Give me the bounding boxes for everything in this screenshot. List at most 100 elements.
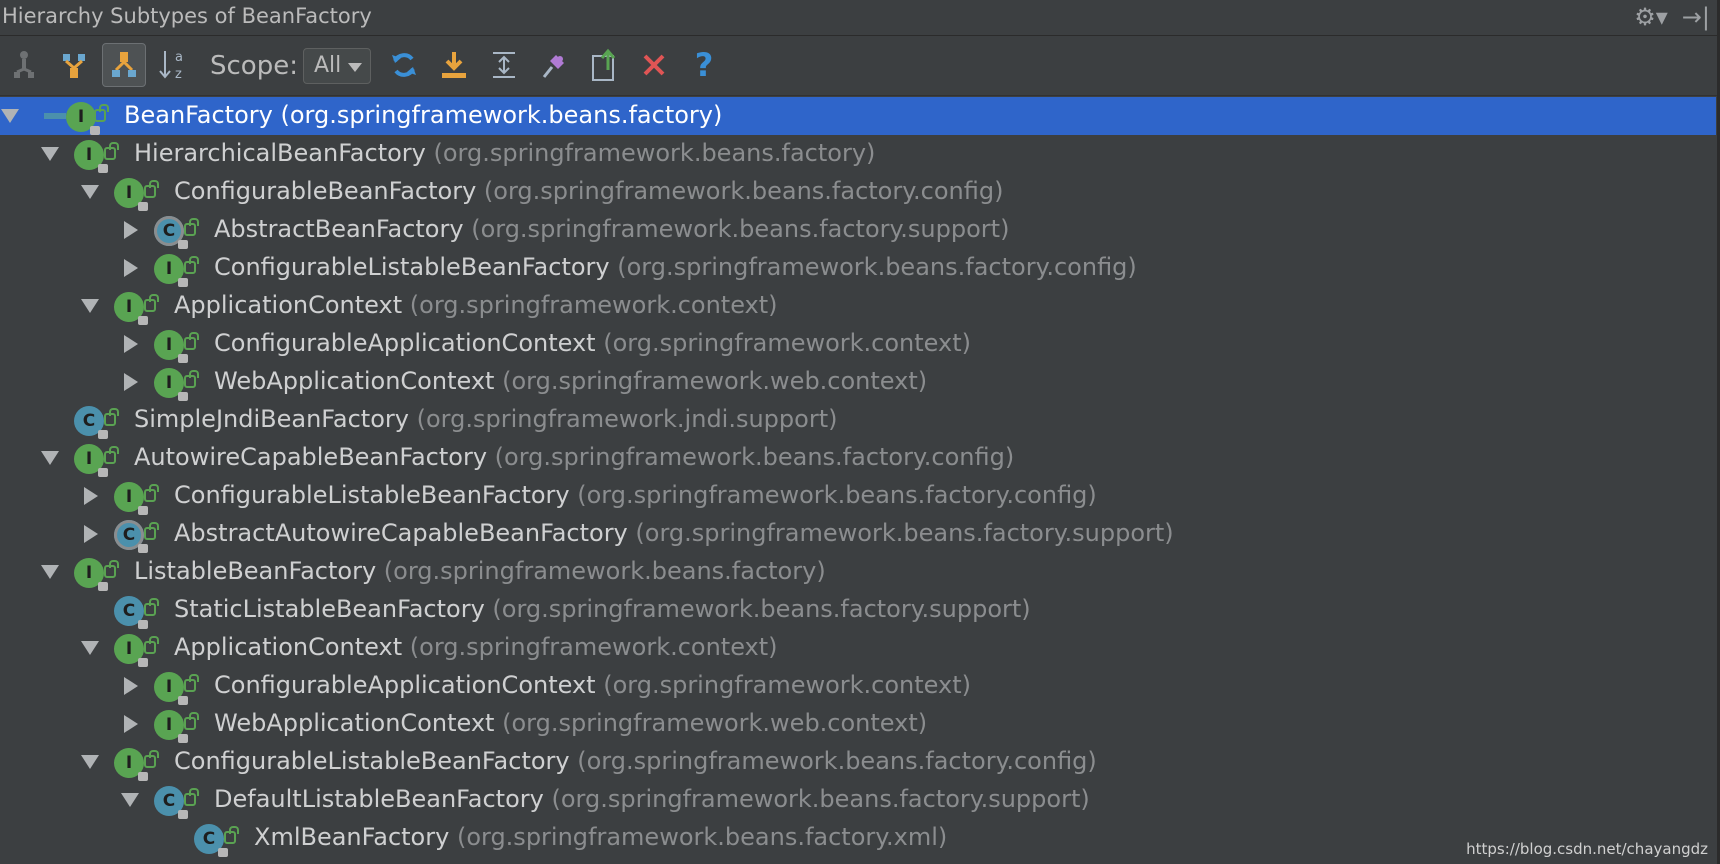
tree-row[interactable]: C DefaultListableBeanFactory (org.springf… xyxy=(0,781,1716,819)
expand-all-icon[interactable] xyxy=(482,43,526,87)
lock-icon xyxy=(90,126,100,135)
tree-item-label: HierarchicalBeanFactory (org.springframe… xyxy=(134,137,875,169)
tree-row[interactable]: C StaticListableBeanFactory (org.springfr… xyxy=(0,591,1716,629)
expand-arrow-icon[interactable] xyxy=(41,451,59,465)
public-visibility-icon xyxy=(144,484,159,502)
collapse-arrow-icon[interactable] xyxy=(124,259,138,277)
type-name: BeanFactory xyxy=(124,101,273,129)
tree-row[interactable]: C XmlBeanFactory (org.springframework.bea… xyxy=(0,819,1716,857)
abstract-class-icon: C xyxy=(114,520,148,553)
collapse-arrow-icon[interactable] xyxy=(124,677,138,695)
collapse-arrow-icon[interactable] xyxy=(124,221,138,239)
hierarchy-toolbar: az Scope: All ? xyxy=(0,36,1720,96)
type-name: WebApplicationContext xyxy=(214,709,495,737)
package-name: (org.springframework.beans.factory.suppo… xyxy=(551,785,1090,813)
public-visibility-icon xyxy=(184,788,199,806)
type-name: AutowireCapableBeanFactory xyxy=(134,443,488,471)
refresh-icon[interactable] xyxy=(382,43,426,87)
subtypes-hierarchy-icon[interactable] xyxy=(102,43,146,87)
interface-icon: I xyxy=(114,482,148,515)
collapse-arrow-icon[interactable] xyxy=(84,487,98,505)
hierarchy-tree[interactable]: I BeanFactory (org.springframework.beans.… xyxy=(0,97,1720,864)
interface-icon: I xyxy=(154,710,188,743)
tree-item-label: WebApplicationContext (org.springframewo… xyxy=(214,707,927,739)
lock-icon xyxy=(98,582,108,591)
tree-item-label: ListableBeanFactory (org.springframework… xyxy=(134,555,826,587)
lock-icon xyxy=(178,810,188,819)
package-name: (org.springframework.beans.factory) xyxy=(433,139,876,167)
help-icon[interactable]: ? xyxy=(682,43,726,87)
collapse-arrow-icon[interactable] xyxy=(124,335,138,353)
tree-row[interactable]: C SimpleJndiBeanFactory (org.springframew… xyxy=(0,401,1716,439)
close-icon[interactable] xyxy=(632,43,676,87)
lock-icon xyxy=(138,506,148,515)
class-icon: C xyxy=(114,596,148,629)
expand-arrow-icon[interactable] xyxy=(81,641,99,655)
tree-row[interactable]: I ConfigurableBeanFactory (org.springfram… xyxy=(0,173,1716,211)
public-visibility-icon xyxy=(104,446,119,464)
gear-icon[interactable]: ⚙▾ xyxy=(1634,4,1668,30)
supertypes-hierarchy-icon[interactable] xyxy=(2,43,46,87)
package-name: (org.springframework.beans.factory.suppo… xyxy=(492,595,1031,623)
expand-arrow-icon[interactable] xyxy=(41,147,59,161)
tree-row[interactable]: I ConfigurableListableBeanFactory (org.sp… xyxy=(0,477,1716,515)
lock-icon xyxy=(178,278,188,287)
export-icon[interactable] xyxy=(432,43,476,87)
package-name: (org.springframework.beans.factory.suppo… xyxy=(471,215,1010,243)
lock-icon xyxy=(178,696,188,705)
scope-label: Scope: xyxy=(210,51,298,81)
tree-item-label: ConfigurableListableBeanFactory (org.spr… xyxy=(214,251,1137,283)
package-name: (org.springframework.web.context) xyxy=(502,367,928,395)
tree-row[interactable]: I HierarchicalBeanFactory (org.springfram… xyxy=(0,135,1716,173)
tree-row[interactable]: C AbstractBeanFactory (org.springframewor… xyxy=(0,211,1716,249)
tree-row[interactable]: I ListableBeanFactory (org.springframewor… xyxy=(0,553,1716,591)
lock-icon xyxy=(178,392,188,401)
tree-row[interactable]: I WebApplicationContext (org.springframew… xyxy=(0,363,1716,401)
tree-row[interactable]: I ApplicationContext (org.springframework… xyxy=(0,287,1716,325)
tree-row[interactable]: I WebApplicationContext (org.springframew… xyxy=(0,705,1716,743)
hide-panel-icon[interactable]: →| xyxy=(1682,4,1710,30)
expand-arrow-icon[interactable] xyxy=(81,185,99,199)
expand-arrow-icon[interactable] xyxy=(121,793,139,807)
tree-row[interactable]: I ConfigurableListableBeanFactory (org.sp… xyxy=(0,743,1716,781)
expand-arrow-icon[interactable] xyxy=(1,109,19,123)
public-visibility-icon xyxy=(144,598,159,616)
package-name: (org.springframework.beans.factory.confi… xyxy=(617,253,1137,281)
tree-row[interactable]: C AbstractAutowireCapableBeanFactory (org… xyxy=(0,515,1716,553)
tree-item-label: AbstractAutowireCapableBeanFactory (org.… xyxy=(174,517,1174,549)
interface-icon: I xyxy=(114,292,148,325)
tree-row[interactable]: I AutowireCapableBeanFactory (org.springf… xyxy=(0,439,1716,477)
pin-icon[interactable] xyxy=(532,43,576,87)
tree-row[interactable]: I ApplicationContext (org.springframework… xyxy=(0,629,1716,667)
type-name: ConfigurableApplicationContext xyxy=(214,671,596,699)
type-name: DefaultListableBeanFactory xyxy=(214,785,544,813)
type-name: StaticListableBeanFactory xyxy=(174,595,485,623)
tree-row[interactable]: I ConfigurableListableBeanFactory (org.sp… xyxy=(0,249,1716,287)
collapse-arrow-icon[interactable] xyxy=(84,525,98,543)
public-visibility-icon xyxy=(144,294,159,312)
collapse-arrow-icon[interactable] xyxy=(124,715,138,733)
interface-icon: I xyxy=(154,254,188,287)
export-to-text-icon[interactable] xyxy=(582,43,626,87)
expand-arrow-icon[interactable] xyxy=(81,299,99,313)
public-visibility-icon xyxy=(184,674,199,692)
lock-icon xyxy=(138,772,148,781)
type-name: HierarchicalBeanFactory xyxy=(134,139,426,167)
watermark: https://blog.csdn.net/chayangdz xyxy=(1466,840,1708,858)
tree-row[interactable]: I ConfigurableApplicationContext (org.spr… xyxy=(0,325,1716,363)
package-name: (org.springframework.beans.factory.suppo… xyxy=(635,519,1174,547)
interface-icon: I xyxy=(114,178,148,211)
collapse-arrow-icon[interactable] xyxy=(124,373,138,391)
tree-row[interactable]: I ConfigurableApplicationContext (org.spr… xyxy=(0,667,1716,705)
lock-icon xyxy=(178,240,188,249)
expand-arrow-icon[interactable] xyxy=(81,755,99,769)
package-name: (org.springframework.context) xyxy=(409,291,778,319)
sort-alphabetically-icon[interactable]: az xyxy=(152,43,196,87)
tree-row[interactable]: I BeanFactory (org.springframework.beans.… xyxy=(0,97,1716,135)
lock-icon xyxy=(138,202,148,211)
type-hierarchy-icon[interactable] xyxy=(52,43,96,87)
expand-arrow-icon[interactable] xyxy=(41,565,59,579)
window-title: Hierarchy Subtypes of BeanFactory xyxy=(2,4,372,28)
type-name: ConfigurableListableBeanFactory xyxy=(174,481,570,509)
scope-dropdown[interactable]: All xyxy=(303,48,371,84)
